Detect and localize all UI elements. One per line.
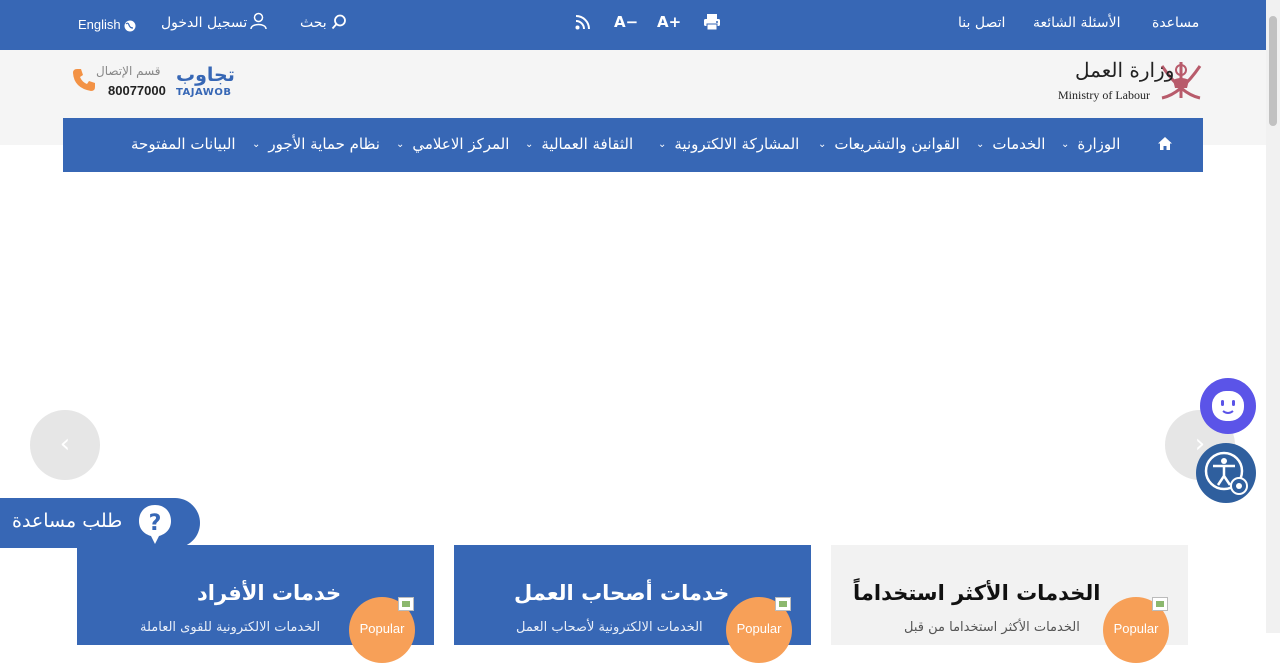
chevron-down-icon: ⌄ bbox=[818, 139, 827, 150]
top-bar: مساعدة الأسئلة الشائعة اتصل بنا A+ A− بح… bbox=[0, 0, 1266, 50]
scrollbar-thumb[interactable] bbox=[1269, 16, 1277, 126]
contact-link[interactable]: اتصل بنا bbox=[958, 14, 1005, 32]
main-nav: الوزارة⌄ الخدمات⌄ القوانين والتشريعات⌄ ا… bbox=[63, 118, 1203, 172]
phone-icon bbox=[73, 69, 95, 91]
rss-icon[interactable] bbox=[575, 15, 590, 34]
card-title: خدمات الأفراد bbox=[197, 581, 342, 605]
globe-icon bbox=[124, 17, 136, 36]
question-bubble-icon: ? bbox=[139, 505, 171, 544]
chevron-down-icon: ⌄ bbox=[658, 139, 667, 150]
help-link[interactable]: مساعدة bbox=[1152, 14, 1199, 32]
card-title: الخدمات الأكثر استخداماً bbox=[853, 581, 1101, 605]
font-increase-button[interactable]: A+ bbox=[657, 13, 681, 31]
contact-number[interactable]: 80077000 bbox=[108, 83, 166, 98]
ministry-name-en: Ministry of Labour bbox=[1058, 88, 1150, 102]
nav-item-open-data[interactable]: البيانات المفتوحة bbox=[131, 134, 236, 154]
chatbot-button[interactable] bbox=[1200, 378, 1256, 434]
login-link[interactable]: تسجيل الدخول bbox=[161, 14, 247, 32]
help-request-label: طلب مساعدة bbox=[12, 510, 123, 532]
nav-item-labour-culture[interactable]: الثقافة العمالية⌄ bbox=[525, 134, 633, 157]
chevron-down-icon: ⌄ bbox=[1061, 139, 1070, 150]
faq-link[interactable]: الأسئلة الشائعة bbox=[1033, 14, 1121, 32]
nav-item-wage-protection[interactable]: نظام حماية الأجور⌄ bbox=[252, 134, 380, 157]
nav-item-services[interactable]: الخدمات⌄ bbox=[976, 134, 1045, 157]
nav-item-laws[interactable]: القوانين والتشريعات⌄ bbox=[818, 134, 960, 157]
ministry-name-ar: وزارة العمل bbox=[1075, 58, 1175, 82]
accessibility-icon bbox=[1204, 451, 1248, 495]
tajawob-logo[interactable]: تجاوب bbox=[176, 64, 235, 86]
chatbot-face-icon bbox=[1212, 391, 1244, 421]
tajawob-subtitle: TAJAWOB bbox=[176, 87, 232, 98]
search-link[interactable]: بحث bbox=[300, 14, 327, 32]
chevron-left-icon: ‹ bbox=[59, 429, 71, 459]
image-placeholder-icon bbox=[398, 597, 414, 611]
print-icon[interactable] bbox=[703, 13, 721, 35]
slider-prev-button[interactable]: ‹ bbox=[30, 410, 100, 480]
home-icon[interactable] bbox=[1157, 136, 1173, 151]
svg-text:?: ? bbox=[149, 511, 162, 536]
image-placeholder-icon bbox=[775, 597, 791, 611]
font-decrease-button[interactable]: A− bbox=[614, 13, 638, 31]
search-icon[interactable] bbox=[331, 14, 347, 34]
nav-item-ministry[interactable]: الوزارة⌄ bbox=[1061, 134, 1120, 157]
accessibility-button[interactable] bbox=[1196, 443, 1256, 503]
chevron-down-icon: ⌄ bbox=[525, 139, 534, 150]
page-scrollbar[interactable] bbox=[1266, 0, 1280, 633]
language-switch[interactable]: English bbox=[78, 16, 121, 34]
chevron-down-icon: ⌄ bbox=[252, 139, 261, 150]
user-icon[interactable] bbox=[250, 12, 267, 34]
chevron-down-icon: ⌄ bbox=[396, 139, 405, 150]
chevron-down-icon: ⌄ bbox=[976, 139, 985, 150]
nav-item-e-participation[interactable]: المشاركة الالكترونية⌄ bbox=[658, 134, 799, 157]
card-title: خدمات أصحاب العمل bbox=[514, 581, 730, 605]
image-placeholder-icon bbox=[1152, 597, 1168, 611]
nav-item-media-center[interactable]: المركز الاعلامي⌄ bbox=[396, 134, 509, 157]
contact-department-label: قسم الإتصال bbox=[96, 64, 161, 78]
